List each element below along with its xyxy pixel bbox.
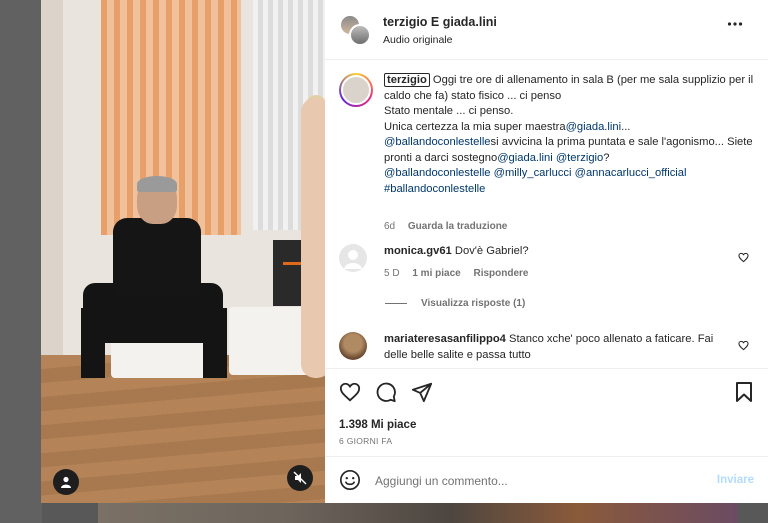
post-header: terzigio E giada.lini Audio originale <box>325 0 768 60</box>
mention-link[interactable]: @giada.lini <box>497 152 553 164</box>
more-options-button[interactable] <box>727 16 743 37</box>
more-horizontal-icon <box>727 22 743 26</box>
paper-plane-icon <box>411 382 433 403</box>
caption-text: terzigio Oggi tre ore di allenamento in … <box>384 73 754 197</box>
comment-bubble-icon <box>376 382 396 403</box>
reply-button[interactable]: Rispondere <box>473 268 528 279</box>
heart-icon <box>738 340 749 351</box>
post-authors[interactable]: terzigio E giada.lini <box>383 15 497 29</box>
comment-button[interactable] <box>375 381 397 403</box>
comment-composer: Inviare <box>325 456 768 503</box>
post-details-panel: terzigio E giada.lini Audio originale te… <box>325 0 768 503</box>
emoji-button[interactable] <box>339 469 361 494</box>
caption-line-1: Oggi tre ore di allenamento in sala B (p… <box>384 74 754 102</box>
post-timestamp[interactable]: 6 GIORNI FA <box>339 436 392 446</box>
post-actions: 1.398 Mi piace 6 GIORNI FA <box>325 368 768 456</box>
comment-username[interactable]: mariateresasanfilippo4 <box>384 333 506 345</box>
bookmark-icon <box>736 382 752 402</box>
view-replies-label: Visualizza risposte (1) <box>421 298 526 309</box>
collab-avatars[interactable] <box>339 14 371 46</box>
comments-section[interactable]: terzigio Oggi tre ore di allenamento in … <box>325 61 768 367</box>
avatar[interactable] <box>339 244 367 272</box>
comment-time[interactable]: 5 D <box>384 268 400 279</box>
mute-button[interactable] <box>287 465 313 491</box>
caption-time[interactable]: 6d <box>384 221 395 232</box>
avatar[interactable] <box>339 332 367 360</box>
like-comment-button[interactable] <box>738 252 749 266</box>
heart-icon <box>738 252 749 263</box>
backdrop-bottom-strip <box>98 503 738 523</box>
comment-body: mariateresasanfilippo4 Stanco xche' poco… <box>384 332 739 363</box>
save-button[interactable] <box>734 381 754 403</box>
caption-question-mark: ? <box>603 151 610 164</box>
person-torso <box>113 218 201 296</box>
video-person <box>81 176 227 388</box>
hashtag-link[interactable]: #ballandoconlestelle <box>384 183 485 195</box>
caption-username[interactable]: terzigio <box>384 73 430 87</box>
caption-ellipsis: ... <box>621 120 631 133</box>
mention-link[interactable]: @terzigio <box>556 152 603 164</box>
mention-link[interactable]: @ballandoconlestelle <box>384 136 491 148</box>
tagged-users-button[interactable] <box>53 469 79 495</box>
view-replies-button[interactable]: Visualizza risposte (1) <box>385 298 525 309</box>
user-icon <box>61 476 71 488</box>
translate-link[interactable]: Guarda la traduzione <box>408 221 507 232</box>
person-shin-left <box>81 308 105 378</box>
person-shin-right <box>203 308 227 378</box>
person-hair <box>137 176 177 192</box>
comment-body: monica.gv61 Dov'è Gabriel? 5 D 1 mi piac… <box>384 244 739 281</box>
caption-line-2: Stato mentale ... ci penso. <box>384 105 514 117</box>
share-button[interactable] <box>411 381 433 403</box>
video-pillar <box>41 0 63 360</box>
post-comment-button[interactable]: Inviare <box>717 474 754 486</box>
avatar <box>349 24 371 46</box>
video-second-person-arm <box>301 98 325 378</box>
comment-text: Dov'è Gabriel? <box>454 245 529 257</box>
caption-line-3: Unica certezza la mia super maestra <box>384 120 566 133</box>
action-icons <box>339 381 433 403</box>
comment-meta: 5 D 1 mi piace Rispondere <box>384 266 739 282</box>
audio-link[interactable]: Audio originale <box>383 34 452 46</box>
replies-divider <box>385 303 407 304</box>
caption-meta: 6d Guarda la traduzione <box>384 221 507 232</box>
backdrop-left-strip <box>0 0 42 523</box>
mention-links[interactable]: @ballandoconlestelle @milly_carlucci @an… <box>384 167 687 179</box>
likes-count[interactable]: 1.398 Mi piace <box>339 419 416 431</box>
avatar[interactable] <box>339 73 373 107</box>
comment-likes[interactable]: 1 mi piace <box>412 268 460 279</box>
heart-icon <box>339 382 361 402</box>
comment-input[interactable] <box>375 471 695 491</box>
comment-username[interactable]: monica.gv61 <box>384 245 452 257</box>
default-avatar-icon <box>344 250 362 269</box>
like-comment-button[interactable] <box>738 340 749 354</box>
like-button[interactable] <box>339 381 361 403</box>
emoji-icon <box>340 470 360 490</box>
mention-link[interactable]: @giada.lini <box>566 121 622 133</box>
post-video[interactable] <box>41 0 325 503</box>
speaker-muted-icon <box>293 471 307 485</box>
